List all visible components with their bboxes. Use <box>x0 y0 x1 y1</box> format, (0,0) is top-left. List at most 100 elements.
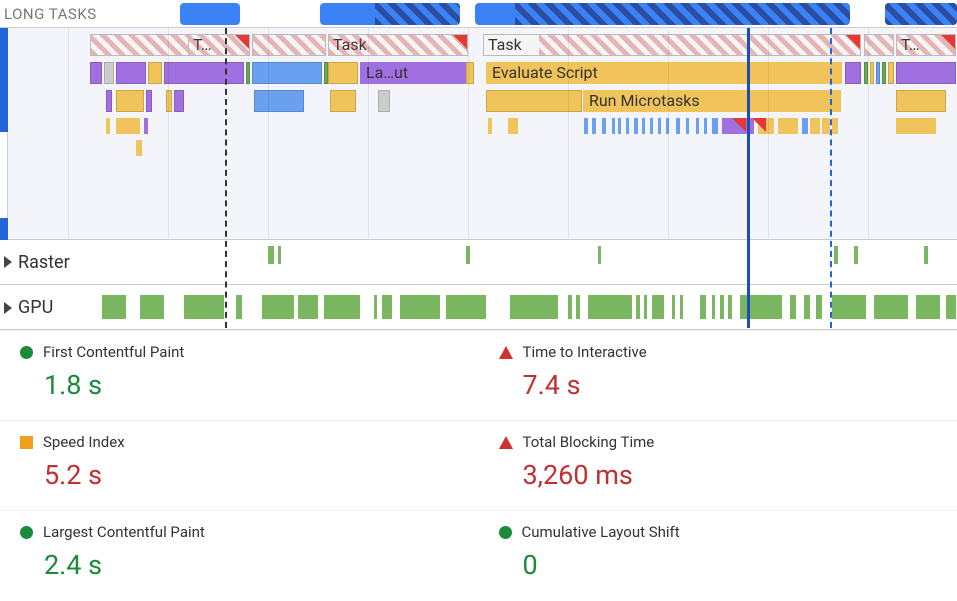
activity-bar[interactable] <box>728 295 732 319</box>
task-block[interactable]: T… <box>896 34 956 56</box>
flame-chip[interactable] <box>116 90 144 112</box>
flame-chip[interactable] <box>252 62 322 84</box>
metric-card[interactable]: Cumulative Layout Shift0 <box>479 510 957 600</box>
flame-chip[interactable] <box>618 118 621 134</box>
flame-chip[interactable] <box>164 62 244 84</box>
activity-bar[interactable] <box>804 295 810 319</box>
task-row[interactable]: T… Task Task T… <box>8 34 957 56</box>
activity-bar[interactable] <box>140 295 164 319</box>
flame-chip-labeled[interactable]: Evaluate Script <box>486 62 842 84</box>
activity-bar[interactable] <box>374 295 377 319</box>
activity-bar[interactable] <box>816 295 822 319</box>
flame-chip[interactable] <box>104 62 114 84</box>
flame-chip[interactable] <box>810 118 820 134</box>
flame-row-5[interactable] <box>8 140 957 156</box>
flame-chip[interactable] <box>116 62 146 84</box>
flame-chip[interactable] <box>584 118 588 134</box>
flame-chip-labeled[interactable]: Run Microtasks <box>583 90 841 112</box>
activity-bar[interactable] <box>720 295 724 319</box>
flame-chip[interactable] <box>612 118 615 134</box>
flame-row-2[interactable]: La…ut Evaluate Script <box>8 62 957 84</box>
flame-chip[interactable] <box>896 118 936 134</box>
flame-chip[interactable] <box>696 118 699 134</box>
activity-bar[interactable] <box>834 246 838 264</box>
flame-chip[interactable] <box>592 118 596 134</box>
activity-bar[interactable] <box>324 295 360 319</box>
activity-bar[interactable] <box>680 295 683 319</box>
flame-chip[interactable] <box>822 118 830 134</box>
flame-chip[interactable] <box>686 118 689 134</box>
flame-chip[interactable] <box>832 118 838 134</box>
activity-bar[interactable] <box>700 295 706 319</box>
task-block[interactable]: Task <box>483 34 861 56</box>
activity-bar[interactable] <box>712 295 715 319</box>
activity-bar[interactable] <box>874 295 908 319</box>
flame-chip[interactable] <box>488 118 492 134</box>
flame-chip[interactable] <box>888 62 894 84</box>
flame-chip[interactable] <box>626 118 629 134</box>
activity-bar[interactable] <box>916 295 940 319</box>
flame-chip[interactable] <box>704 118 707 134</box>
long-task-bar[interactable] <box>320 3 460 25</box>
flame-chip[interactable] <box>144 118 148 134</box>
activity-bar[interactable] <box>946 295 956 319</box>
time-marker-current[interactable] <box>747 28 750 328</box>
activity-bar[interactable] <box>510 295 558 319</box>
activity-bar[interactable] <box>854 246 858 264</box>
task-block[interactable]: Task <box>328 34 468 56</box>
activity-bar[interactable] <box>262 295 294 319</box>
flame-chip[interactable] <box>508 118 518 134</box>
flame-chip-labeled[interactable]: La…ut <box>360 62 466 84</box>
flame-chip[interactable] <box>106 118 110 134</box>
flame-chip[interactable] <box>148 62 162 84</box>
task-block[interactable] <box>252 34 326 56</box>
activity-bar[interactable] <box>466 246 470 264</box>
activity-bar[interactable] <box>184 295 224 319</box>
activity-bar[interactable] <box>236 295 242 319</box>
flame-chip[interactable] <box>328 62 358 84</box>
activity-bar[interactable] <box>576 295 580 319</box>
long-tasks-row[interactable]: LONG TASKS <box>0 0 957 28</box>
activity-bar[interactable] <box>598 246 601 264</box>
metric-card[interactable]: First Contentful Paint1.8 s <box>0 330 479 420</box>
metric-card[interactable]: Total Blocking Time3,260 ms <box>479 420 957 510</box>
activity-bar[interactable] <box>382 295 392 319</box>
flame-chip[interactable] <box>882 62 886 84</box>
flame-chip[interactable] <box>116 118 140 134</box>
activity-bar[interactable] <box>644 295 647 319</box>
main-thread-flame[interactable]: T… Task Task T… La…ut Evaluate Script Run Mi… <box>0 28 957 240</box>
flame-row-4[interactable] <box>8 118 957 134</box>
flame-chip[interactable] <box>896 90 946 112</box>
activity-bar[interactable] <box>568 295 572 319</box>
flame-chip[interactable] <box>378 90 390 112</box>
flame-chip[interactable] <box>174 90 184 112</box>
flame-chip[interactable] <box>634 118 638 134</box>
metric-card[interactable]: Speed Index5.2 s <box>0 420 479 510</box>
flame-chip[interactable] <box>246 62 250 84</box>
activity-bar[interactable] <box>588 295 632 319</box>
long-task-bar[interactable] <box>475 3 850 25</box>
gpu-bars[interactable] <box>0 295 957 319</box>
flame-chip[interactable] <box>676 118 680 134</box>
flame-chip[interactable] <box>845 62 861 84</box>
flame-chip[interactable] <box>330 90 356 112</box>
task-block[interactable]: T… <box>188 34 250 56</box>
flame-chip[interactable] <box>106 90 112 112</box>
activity-bar[interactable] <box>636 295 640 319</box>
flame-chip[interactable] <box>90 62 102 84</box>
time-marker-dashed-blue[interactable] <box>830 28 832 328</box>
metric-card[interactable]: Time to Interactive7.4 s <box>479 330 957 420</box>
flame-row-3[interactable]: Run Microtasks <box>8 90 957 112</box>
flame-chip[interactable] <box>658 118 661 134</box>
flame-chip[interactable] <box>712 118 718 134</box>
flame-chart-area[interactable]: LONG TASKS T… Task Task T… La…ut Evaluate Sc… <box>0 0 957 330</box>
activity-bar[interactable] <box>278 246 281 264</box>
activity-bar[interactable] <box>400 295 440 319</box>
flame-chip[interactable] <box>650 118 653 134</box>
flame-chip[interactable] <box>778 118 798 134</box>
long-task-bar[interactable] <box>180 3 240 25</box>
activity-bar[interactable] <box>298 295 318 319</box>
long-task-bar[interactable] <box>885 3 957 25</box>
flame-chip[interactable] <box>870 62 874 84</box>
activity-bar[interactable] <box>832 295 866 319</box>
